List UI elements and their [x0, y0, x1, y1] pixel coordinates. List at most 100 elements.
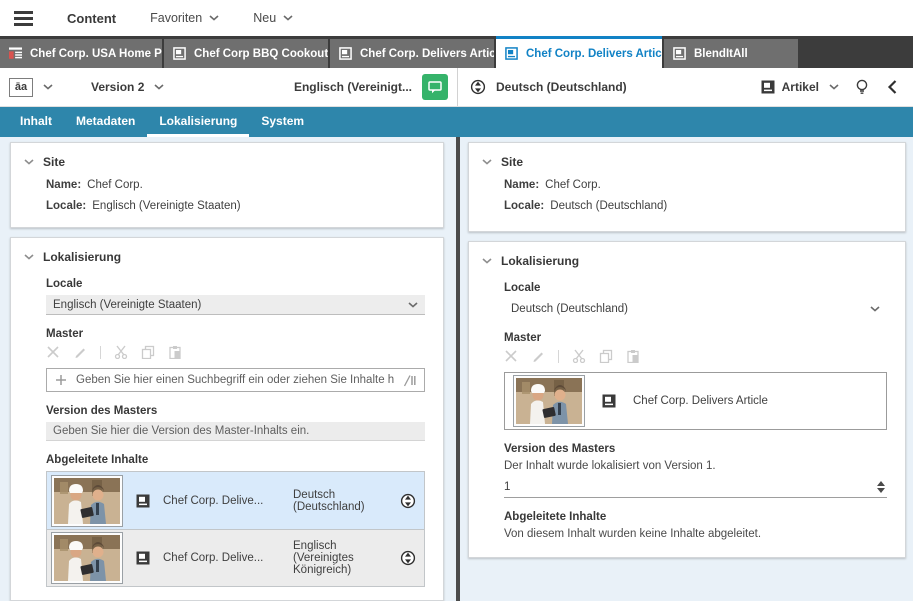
- sync-globe-icon: [400, 493, 416, 509]
- master-item-title: Chef Corp. Delivers Article: [633, 395, 768, 407]
- chevron-down-icon: [209, 15, 219, 21]
- studio-app: Content Favoriten Neu Chef Corp. USA Hom…: [0, 0, 913, 601]
- split-content-area: Site Name:Chef Corp. Locale:Englisch (Ve…: [0, 137, 913, 601]
- item-locale: Englisch (Vereinigtes Königreich): [293, 540, 388, 576]
- chef-photo-thumbnail: [54, 535, 120, 581]
- left-locale-label: Englisch (Vereinigt...: [294, 80, 412, 94]
- master-search-field[interactable]: [46, 368, 425, 392]
- section-title: Site: [43, 155, 65, 169]
- paste-icon[interactable]: [168, 345, 182, 359]
- article-icon: [760, 79, 776, 95]
- form-navbar: Inhalt Metadaten Lokalisierung System: [0, 107, 913, 137]
- stepper-arrows[interactable]: [875, 481, 887, 493]
- tab-system[interactable]: System: [249, 107, 316, 137]
- comment-icon[interactable]: [422, 74, 448, 100]
- section-title: Site: [501, 155, 523, 169]
- chevron-down-icon: [154, 84, 164, 90]
- chevron-down-icon: [283, 15, 293, 21]
- chevron-down-icon: [43, 84, 53, 90]
- tab-label: Chef Corp. Delivers Article: [360, 48, 494, 60]
- tab-blenditall[interactable]: BlendItAll: [664, 39, 798, 68]
- tab-label: Chef Corp. Delivers Article: [526, 48, 662, 60]
- locale-field-label: Locale: [504, 282, 887, 294]
- master-field-label: Master: [46, 328, 425, 340]
- paste-icon[interactable]: [626, 349, 640, 363]
- master-field-label: Master: [504, 332, 887, 344]
- chevron-down-icon: [24, 159, 34, 165]
- master-version-value-input[interactable]: [504, 481, 875, 493]
- list-item-derived-en-gb[interactable]: Chef Corp. Delive... Englisch (Vereinigt…: [47, 529, 424, 586]
- tab-chef-corp-delivers-article-2[interactable]: Chef Corp. Delivers Article ×: [496, 36, 662, 68]
- hamburger-menu-icon[interactable]: [14, 11, 33, 26]
- site-locale-row: Locale:Englisch (Vereinigte Staaten): [46, 200, 429, 212]
- chef-photo-thumbnail: [54, 478, 120, 524]
- master-content-item[interactable]: Chef Corp. Delivers Article: [504, 372, 887, 430]
- edit-icon[interactable]: [531, 349, 545, 363]
- step-up-icon[interactable]: [877, 481, 885, 486]
- item-title: Chef Corp. Delive...: [163, 495, 281, 507]
- favorites-menu-label: Favoriten: [150, 11, 202, 25]
- item-title: Chef Corp. Delive...: [163, 552, 281, 564]
- site-name-row: Name:Chef Corp.: [46, 179, 429, 191]
- remove-icon[interactable]: [46, 345, 60, 359]
- master-version-stepper[interactable]: [504, 476, 887, 498]
- locale-select[interactable]: Deutsch (Deutschland): [504, 299, 887, 319]
- site-name-row: Name:Chef Corp.: [504, 179, 891, 191]
- master-version-label: Version des Masters: [46, 405, 425, 417]
- article-icon: [173, 47, 186, 60]
- new-menu[interactable]: Neu: [253, 11, 293, 25]
- tab-lokalisierung[interactable]: Lokalisierung: [147, 107, 249, 137]
- site-section-header[interactable]: Site: [482, 152, 891, 170]
- document-toolbar: āa Version 2 Englisch (Vereinigt... Deut…: [0, 68, 913, 107]
- version-selector-label[interactable]: Version 2: [91, 80, 144, 94]
- section-title: Lokalisierung: [43, 250, 121, 264]
- copy-icon[interactable]: [599, 349, 613, 363]
- app-title: Content: [67, 11, 116, 26]
- section-title: Lokalisierung: [501, 254, 579, 268]
- chevron-down-icon: [482, 258, 492, 264]
- tab-label: Chef Corp. USA Home Pa...: [30, 48, 162, 60]
- derived-contents-list: Chef Corp. Delive... Deutsch (Deutschlan…: [46, 471, 425, 587]
- chevron-down-icon: [24, 254, 34, 260]
- right-localization-card: Lokalisierung Locale Deutsch (Deutschlan…: [468, 241, 906, 558]
- step-down-icon[interactable]: [877, 488, 885, 493]
- filter-icon[interactable]: [403, 374, 416, 387]
- locale-field-label: Locale: [46, 278, 425, 290]
- tab-metadaten[interactable]: Metadaten: [64, 107, 147, 137]
- master-version-input[interactable]: [46, 422, 425, 441]
- cut-icon[interactable]: [114, 345, 128, 359]
- copy-icon[interactable]: [141, 345, 155, 359]
- sync-globe-icon: [400, 550, 416, 566]
- right-locale-label: Deutsch (Deutschland): [496, 80, 627, 94]
- article-icon: [673, 47, 686, 60]
- item-locale: Deutsch (Deutschland): [293, 489, 388, 513]
- tab-chef-corp-bbq-cookout[interactable]: Chef Corp BBQ Cookout ...: [164, 39, 328, 68]
- plus-icon: [55, 374, 67, 386]
- collapse-left-icon[interactable]: [885, 79, 901, 95]
- left-compare-pane: Site Name:Chef Corp. Locale:Englisch (Ve…: [0, 137, 456, 601]
- lightbulb-icon[interactable]: [853, 78, 871, 96]
- localization-section-header[interactable]: Lokalisierung: [482, 251, 891, 269]
- edit-icon[interactable]: [73, 345, 87, 359]
- master-toolbar: [46, 345, 429, 359]
- remove-icon[interactable]: [504, 349, 518, 363]
- locale-select[interactable]: Englisch (Vereinigte Staaten): [46, 295, 425, 315]
- content-type-label[interactable]: Artikel: [782, 80, 819, 94]
- list-item-derived-de[interactable]: Chef Corp. Delive... Deutsch (Deutschlan…: [47, 472, 424, 529]
- toolbar-left-pane: āa Version 2 Englisch (Vereinigt...: [0, 68, 458, 106]
- derived-contents-label: Abgeleitete Inhalte: [504, 511, 887, 523]
- favorites-menu[interactable]: Favoriten: [150, 11, 219, 25]
- article-icon: [601, 393, 617, 409]
- master-search-input[interactable]: [76, 374, 394, 386]
- cut-icon[interactable]: [572, 349, 586, 363]
- language-compare-icon[interactable]: āa: [9, 78, 33, 97]
- site-section-header[interactable]: Site: [24, 152, 429, 170]
- chevron-down-icon: [408, 302, 418, 308]
- article-icon: [505, 47, 518, 60]
- localization-section-header[interactable]: Lokalisierung: [24, 247, 429, 265]
- tab-chef-corp-usa-home[interactable]: Chef Corp. USA Home Pa...: [0, 39, 162, 68]
- tab-inhalt[interactable]: Inhalt: [8, 107, 64, 137]
- article-icon: [339, 47, 352, 60]
- tab-chef-corp-delivers-article-1[interactable]: Chef Corp. Delivers Article: [330, 39, 494, 68]
- left-site-card: Site Name:Chef Corp. Locale:Englisch (Ve…: [10, 142, 444, 228]
